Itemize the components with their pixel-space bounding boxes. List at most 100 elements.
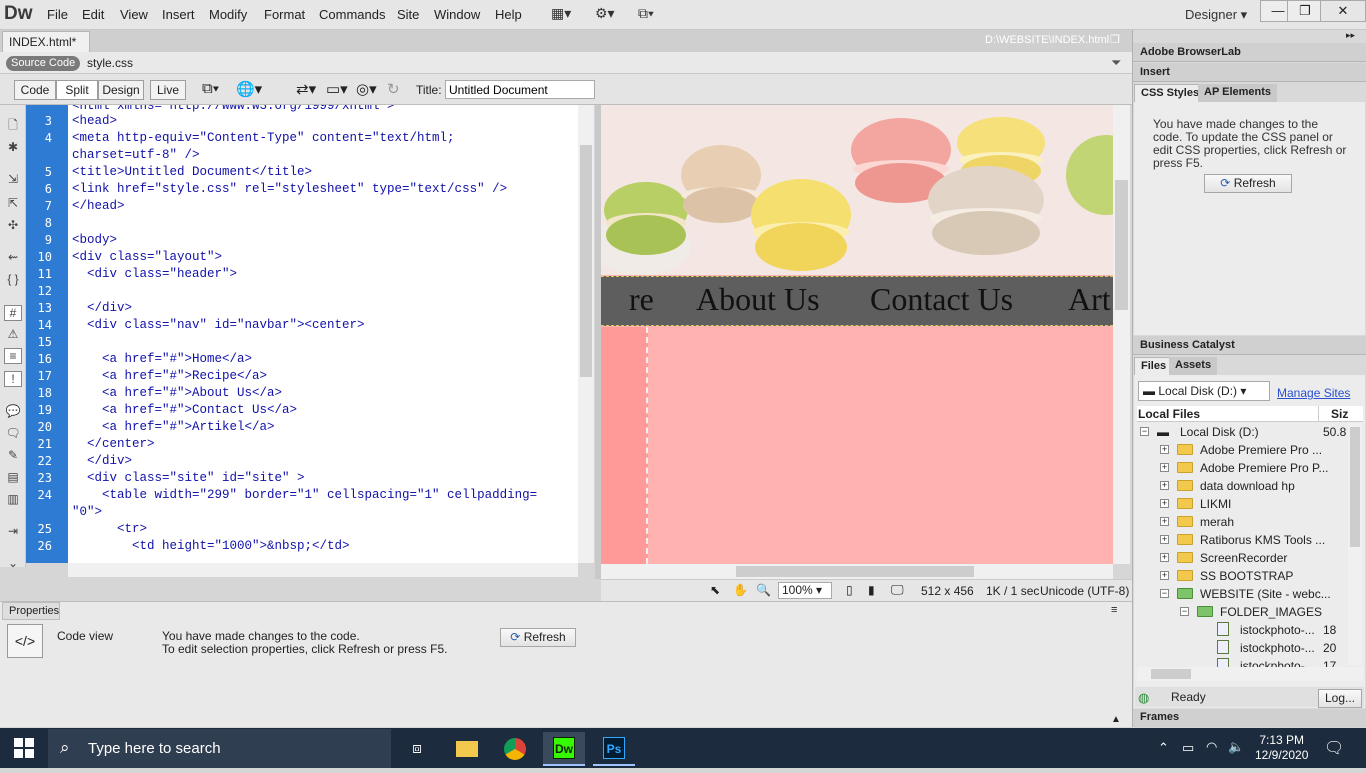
file-tree-row[interactable]: + SS BOOTSTRAP <box>1137 567 1347 585</box>
code-line[interactable]: <div class="site" id="site" > <box>72 471 305 485</box>
expand-icon[interactable]: + <box>1160 517 1169 526</box>
menu-view[interactable]: View <box>120 7 148 22</box>
nav-link-recipe[interactable]: re <box>629 281 654 318</box>
desktop-size-icon[interactable]: 🖵 <box>891 582 904 598</box>
hand-tool-icon[interactable]: ✋ <box>733 583 748 597</box>
notifications-icon[interactable]: 🗨 <box>1324 738 1344 758</box>
tab-index-html[interactable]: INDEX.html* ✕ <box>2 31 90 63</box>
multiscreen-icon[interactable]: ⧉▾ <box>202 80 219 97</box>
design-vertical-scrollbar[interactable] <box>1113 105 1130 564</box>
code-line[interactable]: <div class="nav" id="navbar"><center> <box>72 318 365 332</box>
highlight-invalid-icon[interactable]: ⚠ <box>4 327 22 343</box>
filter-icon[interactable]: ⏷ <box>1111 55 1121 71</box>
col-size[interactable]: Siz <box>1331 407 1348 421</box>
collapse-selection-icon[interactable]: ⇱ <box>4 196 22 212</box>
menu-format[interactable]: Format <box>264 7 305 22</box>
code-line[interactable]: </head> <box>72 199 125 213</box>
collapse-properties-icon[interactable]: ▲ <box>1111 714 1121 725</box>
refresh-icon[interactable]: ↻ <box>387 80 400 98</box>
close-button[interactable]: ✕ <box>1320 0 1366 22</box>
tab-ap-elements[interactable]: AP Elements <box>1198 84 1278 102</box>
site-manager-icon[interactable]: ⧉▾ <box>638 5 654 22</box>
insert-panel-header[interactable]: Insert <box>1133 63 1366 82</box>
code-line[interactable]: <title>Untitled Document</title> <box>72 165 312 179</box>
code-line[interactable]: </div> <box>72 301 132 315</box>
dreamweaver-icon[interactable]: Dw <box>543 732 585 766</box>
log-button[interactable]: Log... <box>1318 689 1362 708</box>
tray-overflow-icon[interactable]: ⌃ <box>1158 740 1169 756</box>
expand-icon[interactable]: + <box>1160 463 1169 472</box>
workspace-switcher[interactable]: Designer ▾ <box>1185 7 1247 23</box>
file-tree-row[interactable]: − FOLDER_IMAGES <box>1137 603 1347 621</box>
expand-icon[interactable]: + <box>1160 571 1169 580</box>
site-select[interactable]: ▬ Local Disk (D:) ▾ <box>1138 381 1270 401</box>
indent-icon[interactable]: ⇥ <box>4 524 22 540</box>
expand-icon[interactable]: + <box>1160 535 1169 544</box>
move-css-icon[interactable]: ▥ <box>4 492 22 508</box>
properties-refresh-button[interactable]: ⟳ Refresh <box>500 628 576 647</box>
code-line[interactable]: <head> <box>72 114 117 128</box>
zoom-tool-icon[interactable]: 🔍 <box>756 583 771 597</box>
code-line[interactable]: <a href="#">Contact Us</a> <box>72 403 297 417</box>
mobile-size-icon[interactable]: ▯ <box>846 583 853 597</box>
file-explorer-icon[interactable] <box>446 732 488 766</box>
wrap-tag-icon[interactable]: ✎ <box>4 448 22 464</box>
nav-link-artikel[interactable]: Art <box>1068 281 1111 318</box>
related-file-style-css[interactable]: style.css <box>87 56 133 70</box>
menu-file[interactable]: File <box>47 7 68 22</box>
code-horizontal-scrollbar[interactable] <box>68 563 578 577</box>
file-tree-row[interactable]: istockphoto-... 20 <box>1137 639 1347 657</box>
expand-icon[interactable]: + <box>1160 499 1169 508</box>
document-title-input[interactable] <box>445 80 595 99</box>
debug-icon[interactable]: ⇄▾ <box>296 80 316 98</box>
balance-braces-icon[interactable]: { } <box>4 272 22 288</box>
file-tree-row[interactable]: + Adobe Premiere Pro ... <box>1137 441 1347 459</box>
word-wrap-icon[interactable]: ≡ <box>4 348 22 364</box>
code-line[interactable]: <div class="layout"> <box>72 250 222 264</box>
battery-icon[interactable]: ▭ <box>1182 740 1194 756</box>
collapse-icon[interactable]: − <box>1180 607 1189 616</box>
design-horizontal-scrollbar[interactable] <box>601 564 1113 579</box>
collapse-icon[interactable]: − <box>1140 427 1149 436</box>
window-size[interactable]: 512 x 456 <box>921 584 974 598</box>
expand-icon[interactable]: + <box>1160 553 1169 562</box>
code-line[interactable]: <a href="#">Artikel</a> <box>72 420 275 434</box>
remove-comment-icon[interactable]: 🗨 <box>4 426 22 442</box>
wifi-icon[interactable]: ◠ <box>1206 739 1217 755</box>
code-line[interactable]: <link href="style.css" rel="stylesheet" … <box>72 182 507 196</box>
file-tree-row[interactable]: + data download hp <box>1137 477 1347 495</box>
code-line[interactable]: <table width="299" border="1" cellspacin… <box>72 488 537 502</box>
files-horizontal-scrollbar[interactable] <box>1137 667 1363 681</box>
menu-commands[interactable]: Commands <box>319 7 385 22</box>
taskbar-clock[interactable]: 7:13 PM 12/9/2020 <box>1255 733 1308 763</box>
code-line[interactable]: </div> <box>72 454 132 468</box>
select-tool-icon[interactable]: ⬉ <box>710 583 720 597</box>
expand-all-icon[interactable]: ✣ <box>4 218 22 234</box>
zoom-select[interactable]: 100% ▾ <box>778 582 832 599</box>
show-code-navigator-icon[interactable]: ✱ <box>4 140 22 156</box>
code-line[interactable]: <td height="1000">&nbsp;</td> <box>72 539 350 553</box>
code-line[interactable]: "0"> <box>72 505 102 519</box>
code-line[interactable]: <a href="#">Home</a> <box>72 352 252 366</box>
source-code-tab[interactable]: Source Code <box>6 56 81 71</box>
col-local-files[interactable]: Local Files <box>1138 407 1200 421</box>
apply-comment-icon[interactable]: 💬 <box>4 404 22 420</box>
recent-snippets-icon[interactable]: ▤ <box>4 470 22 486</box>
code-line[interactable]: charset=utf-8" /> <box>72 148 200 162</box>
menu-window[interactable]: Window <box>434 7 480 22</box>
code-line[interactable]: </center> <box>72 437 155 451</box>
tab-css-styles[interactable]: CSS Styles <box>1134 84 1207 102</box>
code-line[interactable]: <div class="header"> <box>72 267 237 281</box>
collapse-icon[interactable]: − <box>1160 589 1169 598</box>
menu-insert[interactable]: Insert <box>162 7 195 22</box>
nav-link-contact[interactable]: Contact Us <box>870 281 1013 318</box>
chrome-icon[interactable] <box>494 732 536 766</box>
file-tree-row[interactable]: + ScreenRecorder <box>1137 549 1347 567</box>
code-line[interactable]: <meta http-equiv="Content-Type" content=… <box>72 131 455 145</box>
nav-link-about[interactable]: About Us <box>696 281 820 318</box>
select-parent-tag-icon[interactable]: ⇜ <box>4 250 22 266</box>
code-line[interactable]: <body> <box>72 233 117 247</box>
open-documents-icon[interactable]: 🗋 <box>4 116 22 132</box>
expand-icon[interactable]: + <box>1160 445 1169 454</box>
code-line[interactable]: <a href="#">About Us</a> <box>72 386 282 400</box>
